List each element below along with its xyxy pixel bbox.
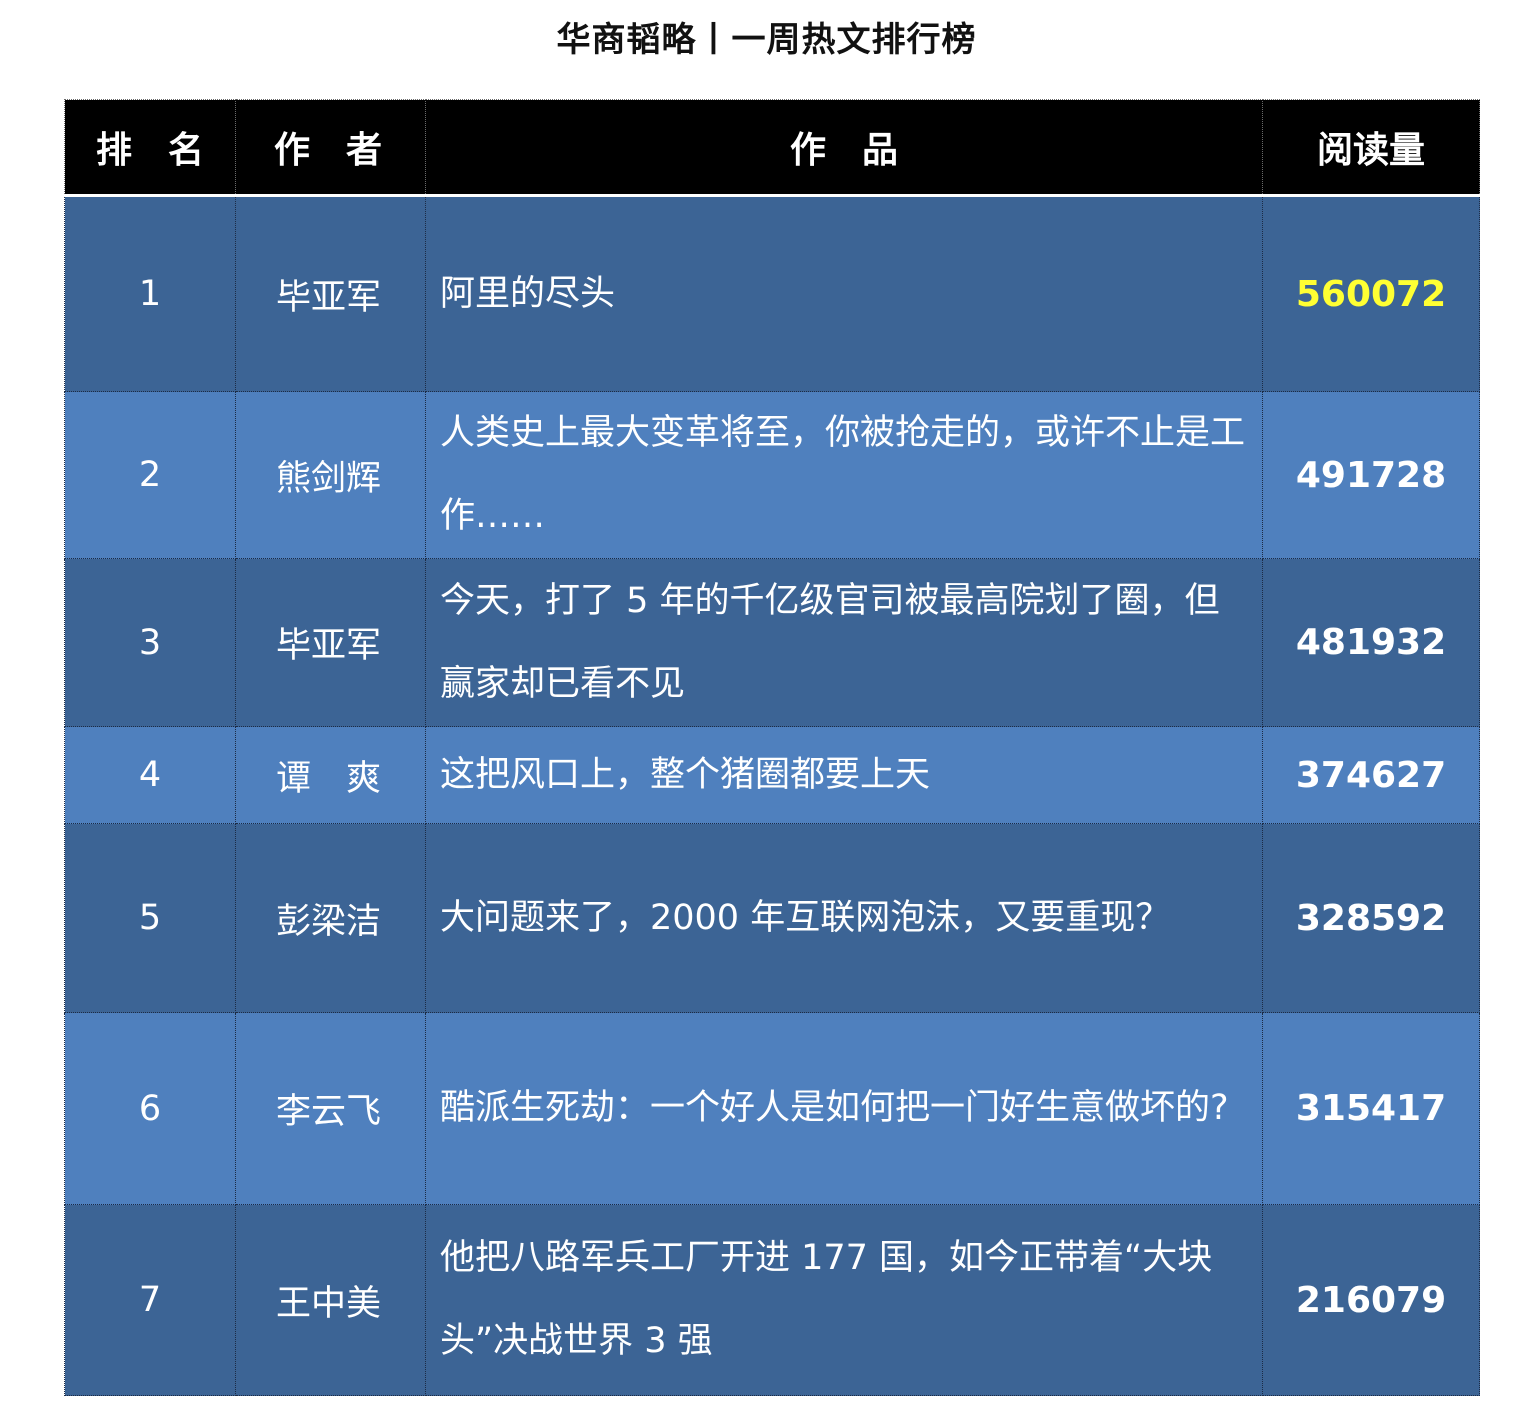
column-header-reads: 阅读量 (1262, 99, 1480, 197)
table-row: 6 李云飞 酷派生死劫：一个好人是如何把一门好生意做坏的? 315417 (64, 1012, 1480, 1205)
table-row: 7 王中美 他把八路军兵工厂开进 177 国，如今正带着“大块头”决战世界 3 … (64, 1204, 1480, 1396)
reads-cell: 560072 (1262, 195, 1480, 392)
work-title-cell: 今天，打了 5 年的千亿级官司被最高院划了圈，但赢家却已看不见 (425, 558, 1263, 727)
rank-cell: 3 (64, 558, 236, 727)
rank-cell: 1 (64, 195, 236, 392)
table-row: 4 谭 爽 这把风口上，整个猪圈都要上天 374627 (64, 726, 1480, 824)
work-title-cell: 人类史上最大变革将至，你被抢走的，或许不止是工作…… (425, 391, 1263, 559)
reads-cell: 374627 (1262, 726, 1480, 824)
author-cell: 熊剑辉 (235, 391, 426, 559)
table-row: 1 毕亚军 阿里的尽头 560072 (64, 195, 1480, 392)
author-cell: 毕亚军 (235, 195, 426, 392)
work-title-cell: 他把八路军兵工厂开进 177 国，如今正带着“大块头”决战世界 3 强 (425, 1204, 1263, 1396)
column-header-author: 作 者 (235, 99, 426, 197)
work-title-cell: 阿里的尽头 (425, 195, 1263, 392)
table-row: 5 彭梁洁 大问题来了，2000 年互联网泡沫，又要重现？ 328592 (64, 823, 1480, 1013)
work-title-cell: 这把风口上，整个猪圈都要上天 (425, 726, 1263, 824)
reads-cell: 481932 (1262, 558, 1480, 727)
author-cell: 谭 爽 (235, 726, 426, 824)
work-title-cell: 大问题来了，2000 年互联网泡沫，又要重现？ (425, 823, 1263, 1013)
author-cell: 王中美 (235, 1204, 426, 1396)
rank-cell: 4 (64, 726, 236, 824)
reads-cell: 328592 (1262, 823, 1480, 1013)
author-cell: 毕亚军 (235, 558, 426, 727)
reads-cell: 491728 (1262, 391, 1480, 559)
column-header-rank: 排 名 (64, 99, 236, 197)
ranking-table: 排 名 作 者 作 品 阅读量 1 毕亚军 阿里的尽头 560072 2 熊剑辉… (64, 99, 1480, 1396)
reads-cell: 315417 (1262, 1012, 1480, 1205)
rank-cell: 7 (64, 1204, 236, 1396)
author-cell: 彭梁洁 (235, 823, 426, 1013)
rank-cell: 6 (64, 1012, 236, 1205)
rank-cell: 2 (64, 391, 236, 559)
table-row: 2 熊剑辉 人类史上最大变革将至，你被抢走的，或许不止是工作…… 491728 (64, 391, 1480, 559)
column-header-work: 作 品 (425, 99, 1263, 197)
page-title: 华商韬略丨一周热文排行榜 (556, 20, 977, 60)
rank-cell: 5 (64, 823, 236, 1013)
table-row: 3 毕亚军 今天，打了 5 年的千亿级官司被最高院划了圈，但赢家却已看不见 48… (64, 558, 1480, 727)
work-title-cell: 酷派生死劫：一个好人是如何把一门好生意做坏的? (425, 1012, 1263, 1205)
reads-cell: 216079 (1262, 1204, 1480, 1396)
table-header-row: 排 名 作 者 作 品 阅读量 (64, 99, 1480, 197)
author-cell: 李云飞 (235, 1012, 426, 1205)
